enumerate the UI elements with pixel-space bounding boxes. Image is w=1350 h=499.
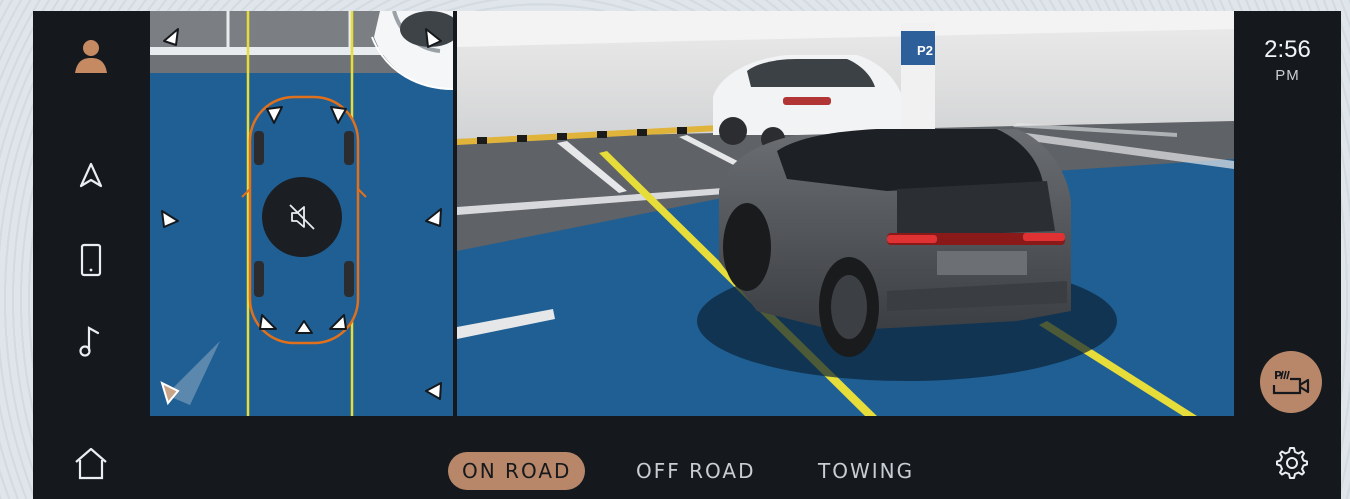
sidebar-item-phone[interactable] (71, 240, 111, 280)
tab-towing[interactable]: TOWING (804, 452, 928, 490)
gear-icon[interactable] (1273, 444, 1309, 480)
right-sidebar: 2:56 PM P (1234, 11, 1341, 499)
left-sidebar (33, 11, 150, 499)
speaker-muted-icon[interactable] (286, 201, 318, 233)
svg-text:P: P (1274, 369, 1282, 382)
home-icon (75, 447, 107, 480)
music-note-icon (79, 326, 100, 357)
user-avatar-icon (75, 40, 107, 73)
sidebar-item-home[interactable] (71, 443, 111, 483)
tab-on-road[interactable]: ON ROAD (448, 452, 586, 490)
parking-camera-button[interactable]: P (1260, 351, 1322, 413)
phone-icon (80, 243, 102, 277)
sidebar-item-media[interactable] (71, 322, 111, 362)
sidebar-item-profile[interactable] (71, 35, 111, 75)
mode-tabs: ON ROAD OFF ROAD TOWING (150, 416, 1234, 499)
sidebar-item-navigation[interactable] (71, 156, 111, 196)
camera-scene: P2 (457, 11, 1234, 416)
clock-ampm: PM (1275, 67, 1300, 84)
infotainment-screen: P2 2:56 PM P ON ROAD OFF ROAD TOWING (33, 11, 1341, 499)
navigation-arrow-icon (79, 162, 103, 188)
clock-time: 2:56 (1264, 36, 1311, 63)
surround-top-view[interactable] (150, 11, 453, 416)
parking-camera-icon: P (1272, 369, 1310, 395)
tab-off-road[interactable]: OFF ROAD (622, 452, 769, 490)
camera-3d-view[interactable]: P2 (457, 11, 1234, 416)
pillar-label: P2 (917, 43, 933, 58)
